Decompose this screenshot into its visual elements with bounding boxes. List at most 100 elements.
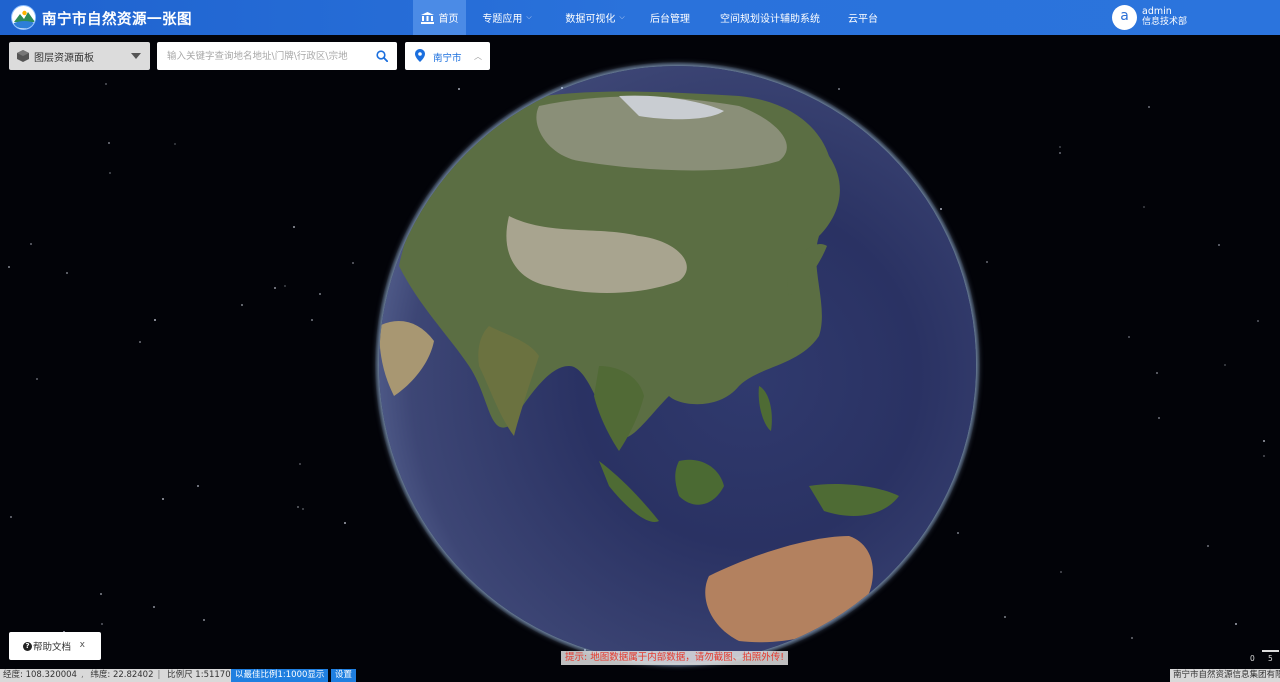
nav-visualization[interactable]: 数据可视化 ⌵	[548, 0, 642, 35]
star	[1257, 320, 1259, 322]
search-input[interactable]	[157, 42, 365, 70]
star	[1148, 106, 1150, 108]
bank-icon	[420, 11, 434, 24]
star	[1207, 545, 1209, 547]
star	[1143, 206, 1145, 208]
help-document-button[interactable]: ? 帮助文档 x	[9, 632, 101, 660]
star	[1224, 364, 1226, 366]
star	[36, 378, 38, 380]
scale-bar-left: 0	[1250, 654, 1255, 663]
star	[1128, 336, 1130, 338]
star	[293, 226, 295, 228]
layer-panel-label: 图层资源面板	[34, 52, 94, 64]
nav-home-label: 首页	[438, 14, 459, 25]
earth-globe[interactable]	[379, 66, 976, 663]
star	[297, 506, 299, 508]
top-header: 南宁市自然资源一张图 首页 专题应用 ⌵ 数据可视化 ⌵ 后台管理 空间规划设计…	[0, 0, 1280, 35]
layer-panel-dropdown[interactable]: 图层资源面板	[9, 42, 150, 70]
nav-admin[interactable]: 后台管理	[642, 0, 698, 35]
star	[1156, 372, 1158, 374]
nav-cloud[interactable]: 云平台	[842, 0, 884, 35]
star	[30, 243, 32, 245]
cube-icon	[17, 50, 29, 62]
star	[284, 285, 286, 287]
nav-thematic[interactable]: 专题应用 ⌵	[466, 0, 548, 35]
scale-label: 比例尺	[167, 670, 193, 680]
question-icon: ?	[23, 641, 32, 651]
star	[197, 485, 199, 487]
star	[66, 272, 68, 274]
nav-home[interactable]: 首页	[413, 0, 466, 35]
scale-bar	[1262, 650, 1279, 652]
star	[153, 606, 155, 608]
star	[986, 261, 988, 263]
star	[302, 508, 304, 510]
status-bar: 经度: 108.320004, 纬度: 22.82402 | 比例尺 1:5117…	[0, 669, 250, 682]
borneo-island	[675, 459, 724, 505]
star	[10, 516, 12, 518]
star	[1131, 637, 1133, 639]
star	[8, 266, 10, 268]
star	[1059, 146, 1061, 148]
middle-east-landmass	[379, 321, 434, 396]
star	[139, 341, 141, 343]
user-avatar[interactable]: a	[1112, 5, 1137, 30]
nav-thematic-label: 专题应用	[482, 14, 523, 25]
star	[1263, 440, 1265, 442]
star	[241, 304, 243, 306]
star	[203, 619, 205, 621]
caret-down-icon	[131, 53, 141, 59]
city-label: 南宁市	[433, 53, 462, 64]
settings-button[interactable]: 设置	[331, 669, 357, 682]
longitude-value: 108.320004	[25, 670, 77, 680]
latitude-value: 22.82402	[112, 670, 154, 680]
star	[109, 172, 111, 174]
star	[311, 319, 313, 321]
map-globe[interactable]	[375, 62, 980, 667]
star	[274, 287, 276, 289]
search-icon	[376, 50, 388, 62]
chevron-down-icon: ⌵	[619, 13, 625, 21]
logo-icon	[11, 5, 36, 30]
data-warning-banner: 提示: 地图数据属于内部数据，请勿截图、拍照外传!	[561, 651, 789, 665]
star	[1158, 417, 1160, 419]
star	[105, 83, 107, 85]
nav-admin-label: 后台管理	[650, 14, 690, 25]
latitude-label: 纬度:	[90, 670, 111, 680]
scale-bar-right: 5	[1268, 654, 1273, 663]
star	[352, 262, 354, 264]
copyright-text: 南宁市自然资源信息集团有限公司	[1170, 669, 1280, 682]
star	[101, 623, 103, 625]
australia-landmass	[705, 536, 873, 643]
star	[344, 522, 346, 524]
longitude-label: 经度:	[3, 670, 23, 680]
star	[319, 293, 321, 295]
user-department: 信息技术部	[1142, 17, 1188, 27]
star	[1263, 455, 1265, 457]
star	[1218, 244, 1220, 246]
star	[154, 319, 156, 321]
star	[1004, 616, 1006, 618]
star	[174, 143, 176, 145]
nav-cloud-label: 云平台	[848, 14, 878, 25]
star	[299, 463, 301, 465]
star	[1059, 152, 1061, 154]
sumatra-island	[599, 461, 659, 522]
star	[100, 593, 102, 595]
nav-visualization-label: 数据可视化	[565, 14, 616, 25]
search-box	[157, 42, 397, 70]
chevron-down-icon: ⌵	[526, 13, 532, 21]
star	[1060, 571, 1062, 573]
philippines-islands	[758, 386, 772, 431]
continents-map	[379, 91, 899, 643]
star	[162, 498, 164, 500]
star	[1235, 623, 1237, 625]
best-scale-button[interactable]: 以最佳比例1:1000显示	[231, 669, 329, 682]
app-title: 南宁市自然资源一张图	[42, 12, 192, 28]
nav-spatial-planning-label: 空间规划设计辅助系统	[720, 14, 820, 25]
user-name[interactable]: admin	[1142, 6, 1172, 17]
nav-spatial-planning[interactable]: 空间规划设计辅助系统	[698, 0, 842, 35]
chevron-up-icon: ︿	[474, 52, 482, 61]
new-guinea-island	[809, 484, 899, 516]
close-icon[interactable]: x	[80, 640, 85, 650]
